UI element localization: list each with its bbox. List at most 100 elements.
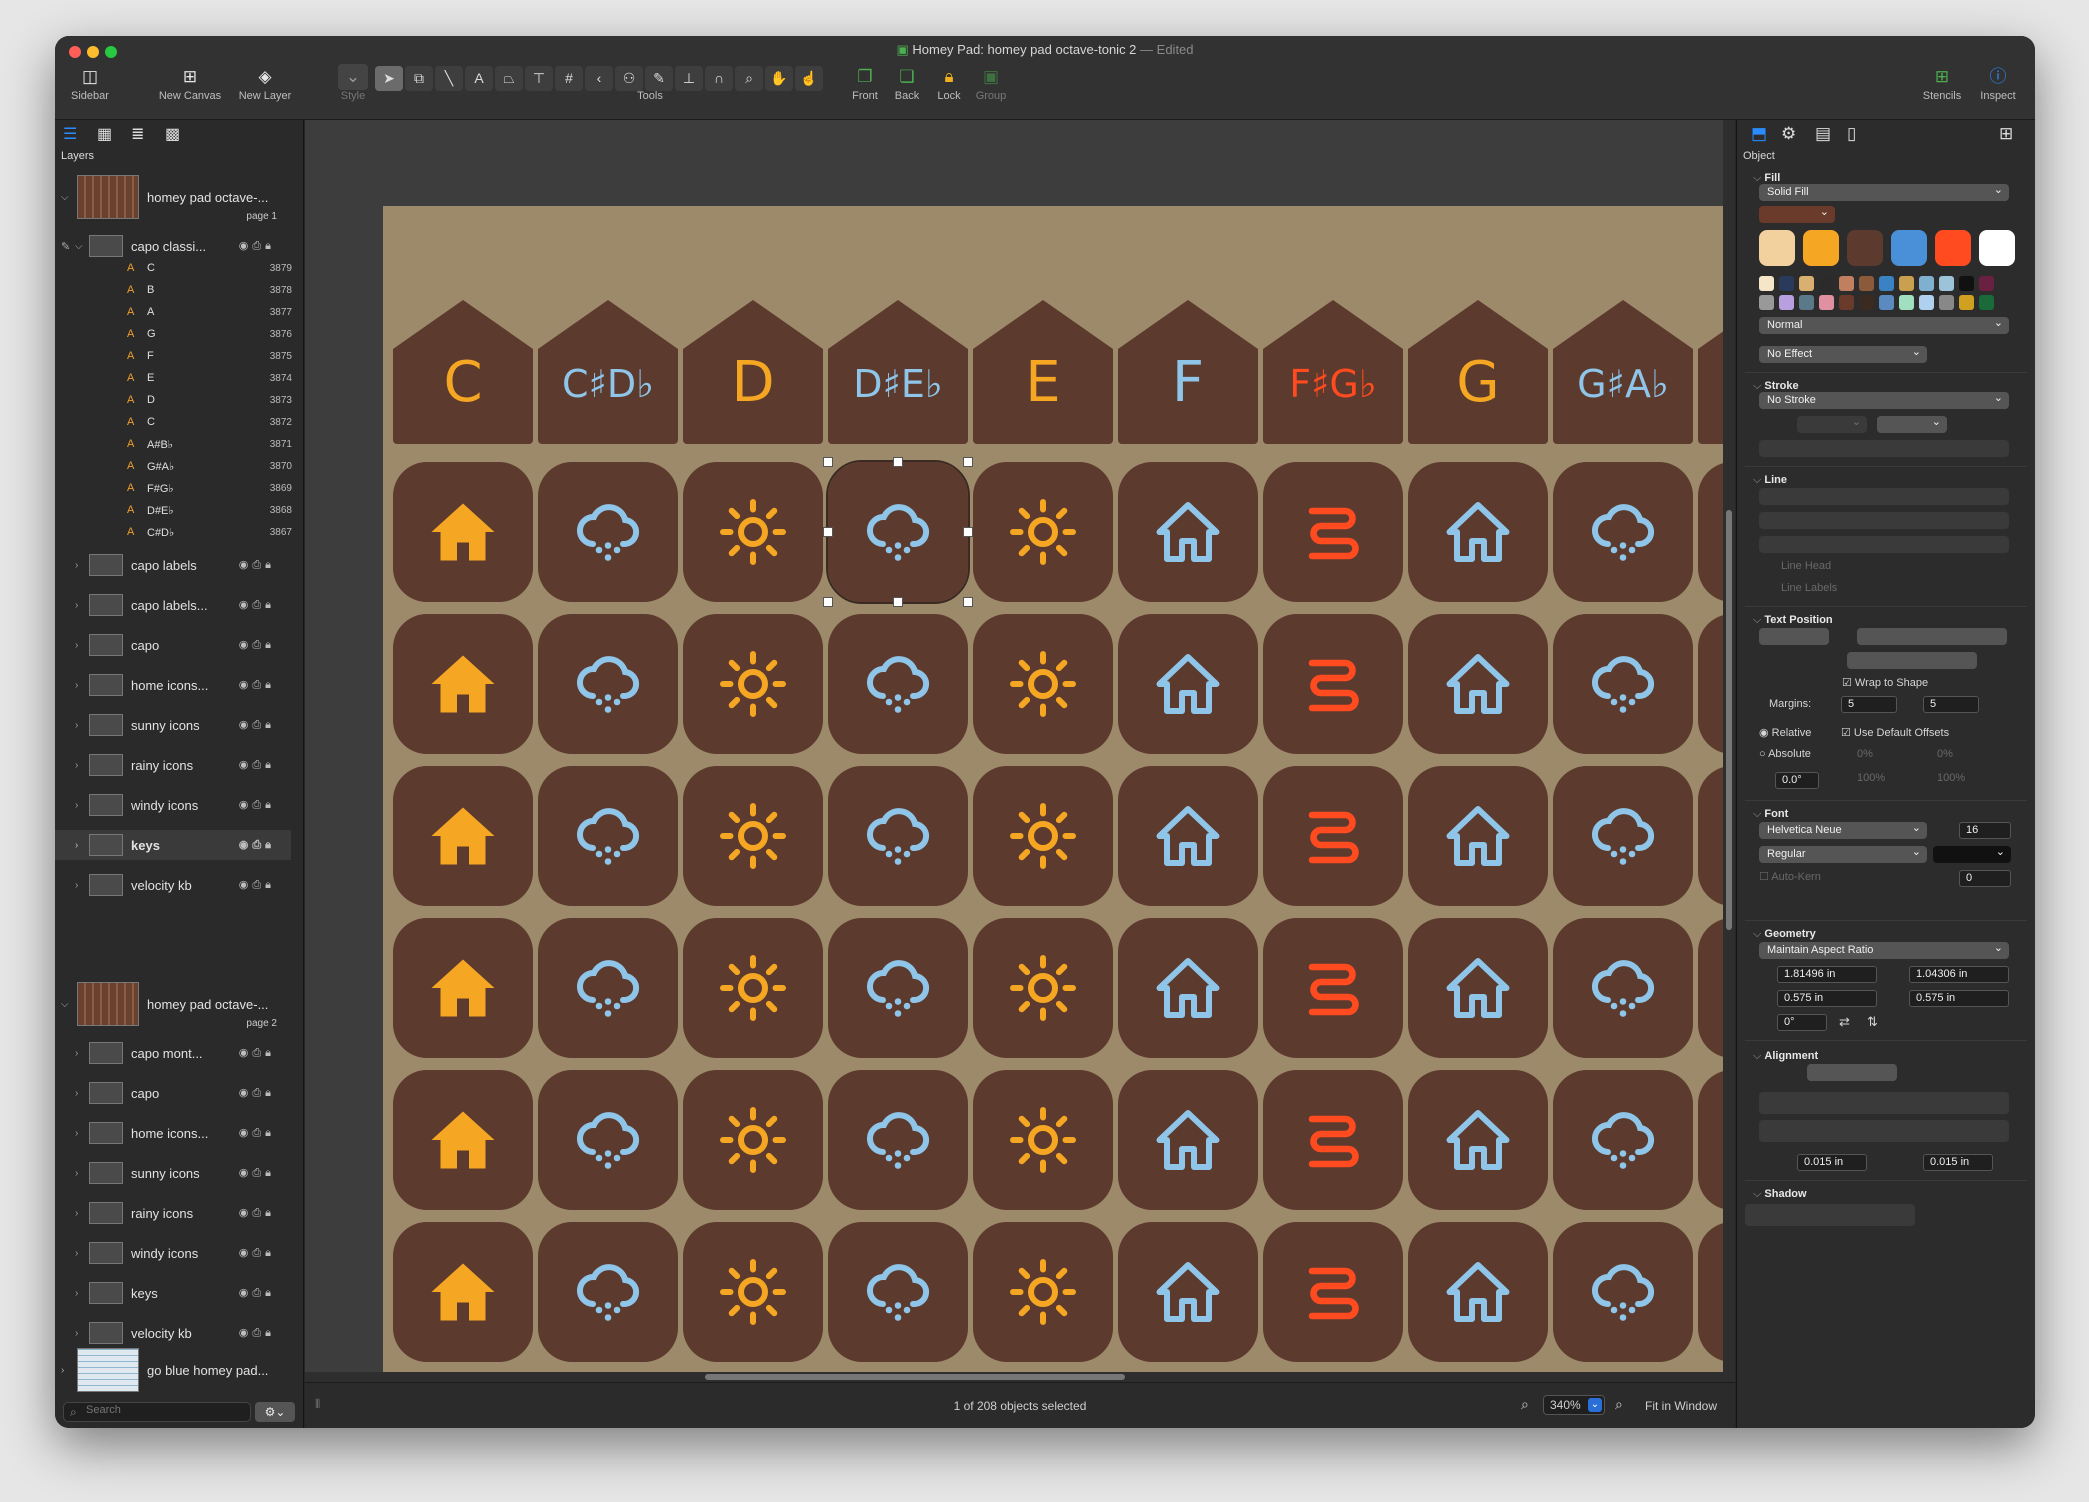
canvas-area[interactable]: C C♯D♭ D D♯E♭ E F F♯G♭ G G♯A♭ — [305, 120, 1735, 1382]
layer-visibility-print-lock-icons[interactable]: ◉⎙🔒︎ — [239, 638, 275, 652]
small-color-swatch[interactable] — [1839, 295, 1854, 310]
object-tab-icon[interactable]: ⬒ — [1751, 124, 1767, 144]
pad-cloud-rain[interactable] — [1553, 918, 1693, 1058]
canvas-tab-icon[interactable]: ▩ — [165, 124, 180, 144]
back-button[interactable]: ❏ Back — [887, 64, 927, 102]
pad-sun[interactable] — [683, 1222, 823, 1362]
shape-tool-icon[interactable]: ⧉ — [405, 66, 433, 91]
selection-handle[interactable] — [823, 597, 833, 607]
small-color-swatch[interactable] — [1899, 276, 1914, 291]
stencils-button[interactable]: ⊞ Stencils — [1917, 64, 1967, 102]
rotation-field[interactable]: 0° — [1777, 1014, 1827, 1031]
magnet-tool-icon[interactable]: ∩ — [705, 66, 733, 91]
disclosure-icon[interactable]: › — [75, 640, 89, 651]
zoom-field[interactable]: 340% ⌄ — [1543, 1395, 1605, 1415]
zoom-tool-icon[interactable]: ⌕ — [735, 66, 763, 91]
layer-row[interactable]: › sunny icons ◉⎙🔒︎ — [55, 710, 291, 740]
pad-sun[interactable] — [683, 766, 823, 906]
zoom-dropdown-icon[interactable]: ⌄ — [1588, 1398, 1602, 1412]
small-color-swatch[interactable] — [1919, 295, 1934, 310]
key-tab[interactable]: D — [683, 300, 823, 444]
pen-tool-icon[interactable]: ⏢ — [495, 66, 523, 91]
layer-visibility-print-lock-icons[interactable]: ◉⎙🔒︎ — [239, 1166, 275, 1180]
horizontal-scrollbar[interactable] — [305, 1372, 1735, 1382]
disclosure-icon[interactable]: › — [75, 880, 89, 891]
small-color-swatch[interactable] — [1859, 276, 1874, 291]
disclosure-icon[interactable]: › — [75, 1168, 89, 1179]
auto-kern-checkbox[interactable]: ☐ Auto-Kern — [1759, 870, 1821, 883]
stroke-type-dropdown[interactable]: No Stroke — [1759, 390, 2009, 409]
layer-visibility-print-lock-icons[interactable]: ◉⎙🔒︎ — [239, 1046, 275, 1060]
layer-row[interactable]: › capo labels ◉⎙🔒︎ — [55, 550, 291, 580]
layer-row[interactable]: › sunny icons ◉⎙🔒︎ — [55, 1158, 291, 1188]
small-color-swatch[interactable] — [1939, 276, 1954, 291]
small-color-swatch[interactable] — [1779, 295, 1794, 310]
disclosure-icon[interactable]: › — [75, 720, 89, 731]
pad-sun[interactable] — [683, 918, 823, 1058]
select-tool-icon[interactable]: ➤ — [375, 66, 403, 91]
layer-row[interactable]: › capo mont... ◉⎙🔒︎ — [55, 1038, 291, 1068]
selection-handle[interactable] — [823, 527, 833, 537]
lock-button[interactable]: 🔒︎ Lock — [929, 64, 969, 102]
small-color-swatch[interactable] — [1919, 276, 1934, 291]
pad-cloud-rain[interactable] — [538, 1222, 678, 1362]
align-buttons-row-1[interactable] — [1759, 1092, 2009, 1114]
canvas-row-1[interactable]: ⌵ homey pad octave-... page 1 — [55, 170, 291, 224]
small-color-swatch[interactable] — [1759, 295, 1774, 310]
margin-right-field[interactable]: 5 — [1923, 696, 1979, 713]
pad-cloud-rain[interactable] — [828, 1070, 968, 1210]
selection-handle[interactable] — [963, 597, 973, 607]
pad-cloud-rain[interactable] — [1553, 614, 1693, 754]
fill-type-dropdown[interactable]: Solid Fill — [1759, 182, 2009, 201]
key-tab[interactable]: E — [973, 300, 1113, 444]
sublayer-row[interactable]: A C#D♭ 3867 — [127, 521, 292, 543]
disclosure-icon[interactable]: › — [75, 1208, 89, 1219]
text-position-header[interactable]: Text Position — [1753, 614, 1832, 627]
layer-visibility-print-lock-icons[interactable]: ◉⎙🔒︎ — [239, 1326, 275, 1340]
sublayer-row[interactable]: A C 3872 — [127, 411, 292, 433]
canvas-grid-icon[interactable]: ⊞ — [1999, 124, 2013, 144]
pad-house-outline[interactable] — [1118, 462, 1258, 602]
zoom-out-icon[interactable]: ⌕ — [1521, 1396, 1529, 1413]
pad-cloud-rain[interactable] — [1553, 766, 1693, 906]
pad-wind[interactable] — [1263, 766, 1403, 906]
inspect-button[interactable]: ⓘ Inspect — [1973, 64, 2023, 102]
layer-row[interactable]: › home icons... ◉⎙🔒︎ — [55, 670, 291, 700]
flip-vertical-icon[interactable]: ⇅ — [1867, 1014, 1878, 1030]
text-color-well[interactable] — [1933, 844, 2011, 863]
pad-house-filled[interactable] — [393, 766, 533, 906]
small-color-swatch[interactable] — [1979, 276, 1994, 291]
layer-row[interactable]: › rainy icons ◉⎙🔒︎ — [55, 750, 291, 780]
pad-sun[interactable] — [973, 766, 1113, 906]
key-tab[interactable]: F — [1118, 300, 1258, 444]
layer-row[interactable]: › keys ◉⎙🔒︎ — [55, 830, 291, 860]
pad-house-outline[interactable] — [1118, 918, 1258, 1058]
pad-cloud-rain[interactable] — [828, 918, 968, 1058]
pad-cloud-rain[interactable] — [1553, 1222, 1693, 1362]
pad-house-outline[interactable] — [1408, 766, 1548, 906]
layer-row[interactable]: › rainy icons ◉⎙🔒︎ — [55, 1198, 291, 1228]
document-tab-icon[interactable]: ▯ — [1847, 124, 1856, 144]
layer-visibility-print-lock-icons[interactable]: ◉⎙🔒︎ — [239, 1246, 275, 1260]
new-layer-button[interactable]: ◈ New Layer — [230, 64, 300, 102]
vertical-align-segment[interactable] — [1759, 628, 1829, 645]
pad-wind[interactable] — [1263, 462, 1403, 602]
pad-sun[interactable] — [973, 462, 1113, 602]
pad-cloud-rain[interactable] — [1553, 1070, 1693, 1210]
layer-row[interactable]: › velocity kb ◉⎙🔒︎ — [55, 1318, 291, 1348]
layer-row[interactable]: › capo ◉⎙🔒︎ — [55, 1078, 291, 1108]
layer-row[interactable]: › home icons... ◉⎙🔒︎ — [55, 1118, 291, 1148]
search-input[interactable] — [86, 1404, 246, 1416]
offset-y-spacing-field[interactable]: 0.015 in — [1923, 1154, 1993, 1171]
diagram-tool-icon[interactable]: ⊤ — [525, 66, 553, 91]
sidebar-button[interactable]: ◫ Sidebar — [65, 64, 115, 102]
group-button[interactable]: ▣ Group — [971, 64, 1011, 102]
layer-row[interactable]: › capo ◉⎙🔒︎ — [55, 630, 291, 660]
pad-cloud-rain[interactable] — [828, 614, 968, 754]
font-size-field[interactable]: 16 — [1959, 822, 2011, 839]
disclosure-icon[interactable]: › — [75, 600, 89, 611]
outline-tab-icon[interactable]: ▦ — [97, 124, 112, 144]
layer-row[interactable]: › keys ◉⎙🔒︎ — [55, 1278, 291, 1308]
layer-visibility-print-lock-icons[interactable]: ◉⎙🔒︎ — [239, 239, 275, 253]
pad-house-outline[interactable] — [1118, 766, 1258, 906]
